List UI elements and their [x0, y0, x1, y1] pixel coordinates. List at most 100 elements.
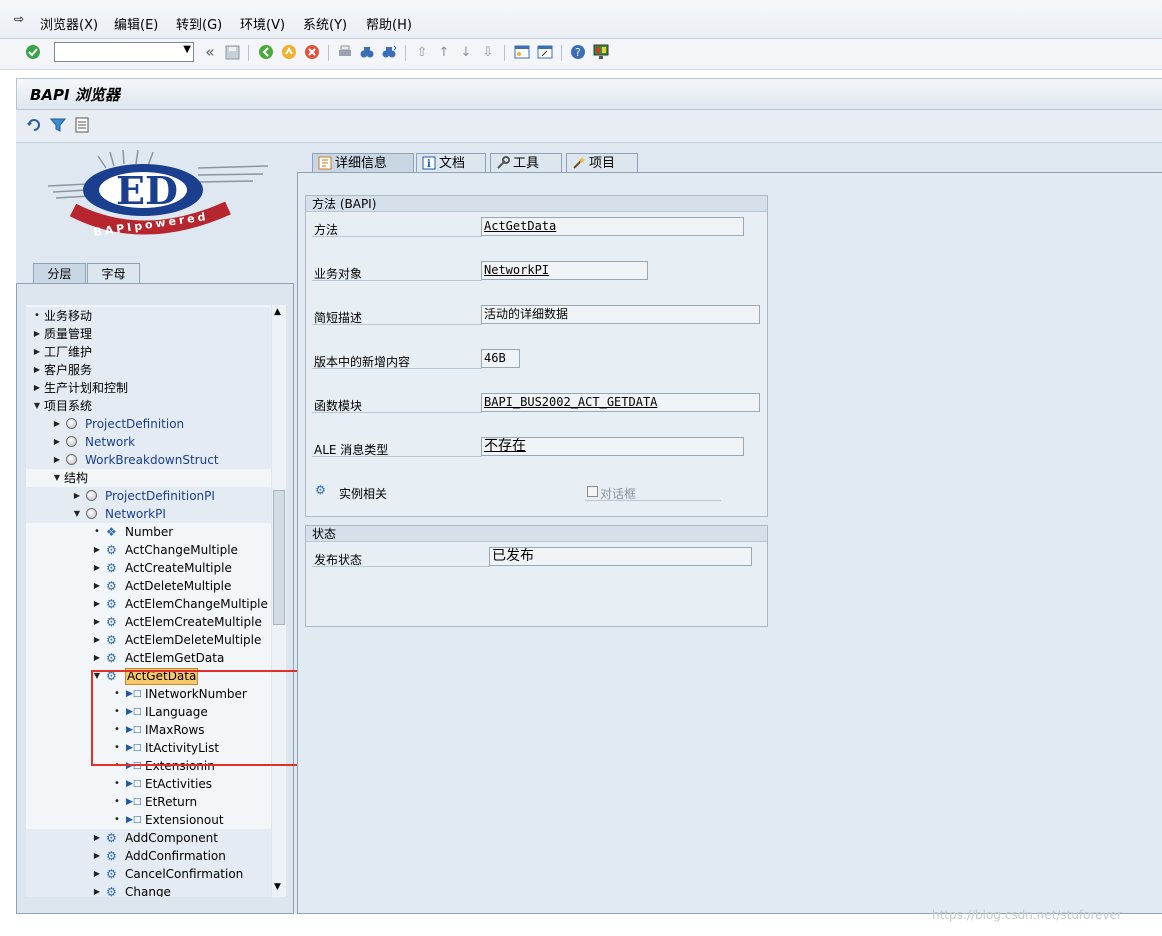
bapi-tree[interactable]: • 业务移动 ▶ 质量管理 ▶ 工厂维护 ▶ 客户服务 ▶ 生产计划和控制 ▼ 项目系统 ▶ Projec… [26, 305, 271, 897]
expand-icon[interactable]: ▶ [32, 325, 42, 343]
expand-icon[interactable]: ▶ [72, 487, 82, 505]
create-session-icon[interactable] [513, 43, 531, 61]
function-module-field[interactable]: BAPI_BUS2002_ACT_GETDATA [481, 393, 760, 412]
tab-project[interactable]: 项目 [566, 153, 638, 173]
tree-row[interactable]: ▶ ⚙ ActElemDeleteMultiple [26, 631, 271, 649]
cancel-icon[interactable] [303, 43, 321, 61]
tree-row[interactable]: ▶ 工厂维护 [26, 343, 271, 361]
ale-message-type-field[interactable]: 不存在 [481, 437, 744, 456]
tree-row-label: NetworkPI [105, 507, 166, 521]
tree-row[interactable]: ▶ ⚙ Change [26, 883, 271, 897]
first-page-icon[interactable]: ⇧ [413, 43, 431, 61]
tree-row[interactable]: ▼ 结构 [26, 469, 271, 487]
scroll-thumb[interactable] [273, 490, 285, 625]
print-icon[interactable] [336, 43, 354, 61]
list-icon[interactable] [73, 116, 91, 134]
expand-icon[interactable]: ▶ [32, 343, 42, 361]
method-field[interactable]: ActGetData [481, 217, 744, 236]
last-page-icon[interactable]: ⇩ [479, 43, 497, 61]
expand-icon[interactable]: ▶ [92, 577, 102, 595]
bullet-icon: • [34, 310, 40, 321]
command-field[interactable]: ▼ [54, 42, 194, 62]
tree-row[interactable]: ▶ ⚙ ActElemChangeMultiple [26, 595, 271, 613]
release-status-field[interactable]: 已发布 [489, 547, 752, 566]
save-icon[interactable] [223, 43, 241, 61]
tree-row[interactable]: ▶ ⚙ ActElemCreateMultiple [26, 613, 271, 631]
tab-tools[interactable]: 工具 [490, 153, 562, 173]
shortcut-icon[interactable] [536, 43, 554, 61]
collapse-icon[interactable]: ▼ [52, 469, 62, 487]
business-object-field[interactable]: NetworkPI [481, 261, 648, 280]
expand-icon[interactable]: ▶ [32, 361, 42, 379]
collapse-icon[interactable]: ▼ [32, 397, 42, 415]
tree-row[interactable]: ▶ WorkBreakdownStruct [26, 451, 271, 469]
enter-icon[interactable] [24, 43, 42, 61]
help-icon[interactable]: ? [569, 43, 587, 61]
find-icon[interactable] [358, 43, 376, 61]
tree-row[interactable]: ▶ Network [26, 433, 271, 451]
tab-details[interactable]: 详细信息 [312, 153, 414, 173]
tree-row[interactable]: ▶ 质量管理 [26, 325, 271, 343]
tree-row[interactable]: ▶ ⚙ CancelConfirmation [26, 865, 271, 883]
tree-row[interactable]: ▶ ⚙ ActCreateMultiple [26, 559, 271, 577]
prev-page-icon[interactable]: ↑ [435, 43, 453, 61]
tree-row[interactable]: ▶ ⚙ ActChangeMultiple [26, 541, 271, 559]
expand-icon[interactable]: ▶ [92, 847, 102, 865]
short-description-field[interactable]: 活动的详细数据 [481, 305, 760, 324]
tree-row[interactable]: ▶ ⚙ ActDeleteMultiple [26, 577, 271, 595]
menu-goto[interactable]: 转到(G) [176, 14, 222, 33]
tree-row[interactable]: • ▶□ EtActivities [26, 775, 271, 793]
find-next-icon[interactable] [380, 43, 398, 61]
refresh-icon[interactable] [25, 116, 43, 134]
menu-browser[interactable]: 浏览器(X) [40, 14, 98, 33]
tree-row[interactable]: • ▶□ EtReturn [26, 793, 271, 811]
menu-edit[interactable]: 编辑(E) [114, 14, 158, 33]
green-back-icon[interactable] [257, 43, 275, 61]
expand-icon[interactable]: ▶ [32, 379, 42, 397]
tree-row[interactable]: ▶ 生产计划和控制 [26, 379, 271, 397]
menu-icon[interactable]: ⇨ [14, 12, 24, 26]
expand-icon[interactable]: ▶ [92, 829, 102, 847]
tree-row[interactable]: ▼ 项目系统 [26, 397, 271, 415]
tab-documentation[interactable]: i 文档 [416, 153, 486, 173]
expand-icon[interactable]: ▶ [52, 433, 62, 451]
tree-row[interactable]: ▶ 客户服务 [26, 361, 271, 379]
scroll-up-icon[interactable]: ▲ [274, 307, 281, 317]
chevron-down-icon[interactable]: ▼ [183, 44, 191, 55]
back-icon[interactable]: « [201, 43, 219, 61]
tree-row[interactable]: ▶ ⚙ AddComponent [26, 829, 271, 847]
next-page-icon[interactable]: ↓ [457, 43, 475, 61]
expand-icon[interactable]: ▶ [92, 559, 102, 577]
expand-icon[interactable]: ▶ [92, 595, 102, 613]
filter-icon[interactable] [49, 116, 67, 134]
tree-row[interactable]: ▶ ⚙ AddConfirmation [26, 847, 271, 865]
expand-icon[interactable]: ▶ [92, 865, 102, 883]
expand-icon[interactable]: ▶ [92, 649, 102, 667]
menu-environment[interactable]: 环境(V) [240, 14, 285, 33]
exit-icon[interactable] [280, 43, 298, 61]
expand-icon[interactable]: ▶ [52, 415, 62, 433]
tree-row[interactable]: ▶ ProjectDefinitionPI [26, 487, 271, 505]
expand-icon[interactable]: ▶ [92, 883, 102, 897]
release-new-field[interactable]: 46B [481, 349, 520, 368]
dialog-checkbox[interactable] [587, 486, 598, 497]
layout-icon[interactable] [592, 43, 610, 61]
expand-icon[interactable]: ▶ [92, 541, 102, 559]
tree-row[interactable]: • ❖ Number [26, 523, 271, 541]
tree-row[interactable]: ▶ ProjectDefinition [26, 415, 271, 433]
tree-row[interactable]: • 业务移动 [26, 307, 271, 325]
tree-row[interactable]: ▶ ⚙ ActElemGetData [26, 649, 271, 667]
tab-alphabetical[interactable]: 字母 [87, 263, 140, 283]
menu-system[interactable]: 系统(Y) [303, 14, 347, 33]
expand-icon[interactable]: ▶ [52, 451, 62, 469]
collapse-icon[interactable]: ▼ [72, 505, 82, 523]
tree-row[interactable]: ▼ NetworkPI [26, 505, 271, 523]
tree-row[interactable]: • ▶□ Extensionout [26, 811, 271, 829]
expand-icon[interactable]: ▶ [92, 631, 102, 649]
tree-row-label: CancelConfirmation [125, 867, 244, 881]
expand-icon[interactable]: ▶ [92, 613, 102, 631]
tab-hierarchy[interactable]: 分层 [33, 263, 86, 283]
tree-scrollbar[interactable]: ▲ ▼ [272, 305, 286, 897]
scroll-down-icon[interactable]: ▼ [274, 882, 281, 892]
menu-help[interactable]: 帮助(H) [366, 14, 412, 33]
